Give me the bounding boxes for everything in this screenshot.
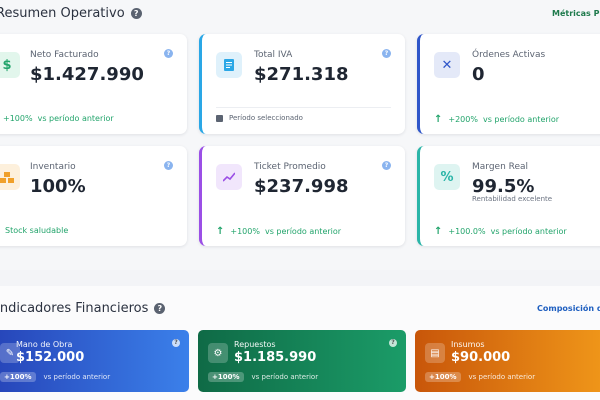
- gear-icon: ⚙: [208, 343, 228, 363]
- card-trend: ↑ +100.0% vs período anterior: [434, 226, 567, 237]
- card-footer: Período seleccionado: [216, 114, 303, 122]
- trend-value: +100.0%: [448, 227, 486, 236]
- card-value: 100%: [30, 176, 86, 197]
- arrow-up-icon: ↑: [434, 114, 443, 125]
- card-value: $1.427.990: [30, 64, 144, 85]
- card-value: $1.185.990: [234, 350, 317, 365]
- arrow-up-icon: ↑: [216, 226, 225, 237]
- indicadores-financieros-section: Indicadores Financieros? Composición de …: [0, 286, 600, 400]
- card-margen-real: % Margen Real 99.5% Rentabilidad excelen…: [417, 146, 600, 246]
- help-icon[interactable]: ?: [154, 303, 166, 314]
- card-ordenes-activas: ✕ Órdenes Activas 0 ↑ +200% vs período a…: [417, 34, 600, 134]
- trend-value: +100%: [230, 227, 260, 236]
- card-label: Repuestos: [234, 340, 276, 349]
- card-value: $271.318: [254, 64, 349, 85]
- footer-text: Período seleccionado: [229, 114, 303, 122]
- card-neto-facturado: $ Neto Facturado $1.427.990 ? +100% vs p…: [0, 34, 187, 134]
- card-mano-de-obra: ✎ Mano de Obra $152.000 ? +100% vs perío…: [0, 330, 189, 392]
- trend-text: vs período anterior: [37, 114, 114, 123]
- box-icon: ▤: [425, 343, 445, 363]
- info-icon[interactable]: ?: [382, 161, 391, 170]
- card-trend: +100% vs período anterior: [0, 372, 110, 382]
- card-divider: [216, 107, 391, 108]
- card-label: Ticket Promedio: [254, 162, 326, 172]
- boxes-icon: [0, 164, 20, 190]
- card-label: Margen Real: [472, 162, 529, 172]
- trend-text: vs período anterior: [251, 373, 319, 381]
- card-value: $152.000: [16, 350, 85, 365]
- card-label: Inventario: [30, 162, 76, 172]
- card-trend: ↑ +100% vs período anterior: [216, 226, 341, 237]
- card-total-iva: Total IVA $271.318 ? Período seleccionad…: [199, 34, 405, 134]
- info-icon[interactable]: ?: [164, 161, 173, 170]
- info-icon[interactable]: ?: [164, 49, 173, 58]
- metricas-principales-link[interactable]: Métricas Principales: [552, 9, 600, 18]
- card-repuestos: ⚙ Repuestos $1.185.990 ? +100% vs períod…: [198, 330, 406, 392]
- card-trend: ↑ +200% vs período anterior: [434, 114, 559, 125]
- card-ticket-promedio: Ticket Promedio $237.998 ? ↑ +100% vs pe…: [199, 146, 405, 246]
- trend-value: +100%: [208, 372, 244, 382]
- section-title: Resumen Operativo?: [0, 6, 142, 21]
- trend-value: +100%: [3, 114, 33, 123]
- card-value: 0: [472, 64, 485, 85]
- calendar-icon: [216, 114, 223, 122]
- card-value: $90.000: [451, 350, 511, 365]
- card-inventario: Inventario 100% ? Stock saludable: [0, 146, 187, 246]
- trend-text: vs período anterior: [482, 115, 560, 124]
- card-value: $237.998: [254, 176, 349, 197]
- card-subtext: Rentabilidad excelente: [472, 195, 553, 203]
- trend-value: +100%: [425, 372, 461, 382]
- dollar-icon: $: [0, 52, 20, 78]
- trend-text: vs período anterior: [468, 373, 536, 381]
- card-trend: +100% vs período anterior: [425, 372, 535, 382]
- card-label: Neto Facturado: [30, 50, 99, 60]
- info-icon[interactable]: ?: [172, 339, 180, 347]
- footer-text: Stock saludable: [5, 226, 69, 235]
- card-trend: +100% vs período anterior: [208, 372, 318, 382]
- card-footer: Stock saludable: [5, 226, 68, 235]
- composicion-ingresos-link[interactable]: Composición de Ingresos: [537, 304, 600, 313]
- trend-text: vs período anterior: [264, 227, 342, 236]
- trend-value: +200%: [448, 115, 478, 124]
- chart-line-icon: [216, 164, 242, 190]
- tools-icon: ✕: [434, 52, 460, 78]
- card-label: Mano de Obra: [16, 340, 73, 349]
- percent-icon: %: [434, 164, 460, 190]
- section-title-text: Resumen Operativo: [0, 6, 125, 21]
- dashboard-page: Resumen Operativo? Métricas Principales …: [0, 0, 600, 400]
- card-label: Insumos: [451, 340, 485, 349]
- card-value: 99.5%: [472, 176, 535, 197]
- card-label: Total IVA: [254, 50, 293, 60]
- card-trend: +100% vs período anterior: [3, 114, 114, 123]
- trend-value: +100%: [0, 372, 36, 382]
- trend-text: vs período anterior: [490, 227, 567, 236]
- info-icon[interactable]: ?: [389, 339, 397, 347]
- section-title: Indicadores Financieros?: [0, 301, 166, 316]
- resumen-operativo-section: Resumen Operativo? Métricas Principales …: [0, 0, 600, 270]
- section-title-text: Indicadores Financieros: [0, 301, 149, 316]
- info-icon[interactable]: ?: [382, 49, 391, 58]
- card-insumos: ▤ Insumos $90.000 +100% vs período anter…: [415, 330, 600, 392]
- arrow-up-icon: ↑: [434, 226, 443, 237]
- document-icon: [216, 52, 242, 78]
- trend-text: vs período anterior: [43, 373, 111, 381]
- card-label: Órdenes Activas: [472, 50, 546, 60]
- help-icon[interactable]: ?: [130, 8, 142, 19]
